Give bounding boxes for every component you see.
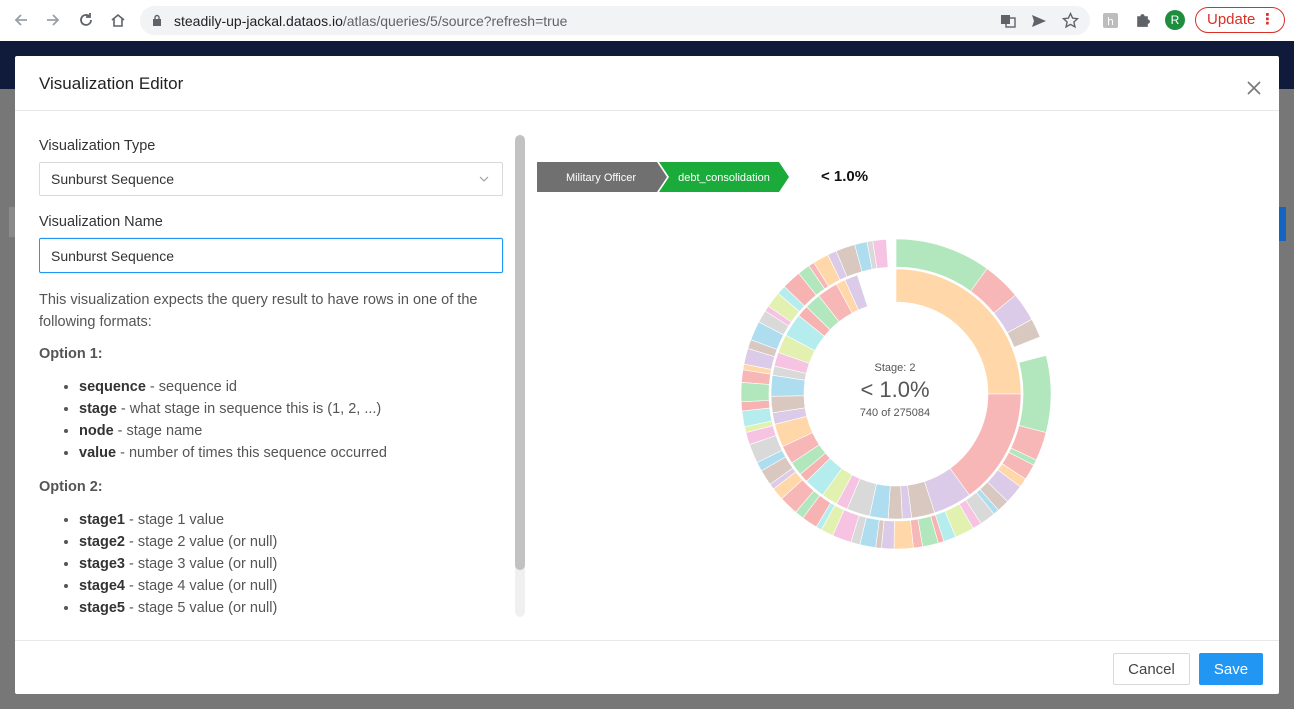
visualization-name-label: Visualization Name [39,214,163,230]
list-item: stage - what stage in sequence this is (… [79,398,509,420]
visualization-editor-modal: Visualization Editor Visualization Type … [15,56,1279,694]
update-button[interactable]: Update ⋮ [1195,7,1285,33]
option2-list: stage1 - stage 1 value stage2 - stage 2 … [39,509,509,616]
center-stage-label: Stage: 2 [874,362,916,374]
url-path: /atlas/queries/5/source?refresh=true [342,13,568,29]
visualization-type-label: Visualization Type [39,138,156,154]
sunburst-arc [887,485,903,520]
update-label: Update [1207,11,1256,28]
list-item: stage2 - stage 2 value (or null) [79,531,509,553]
chevron-down-icon [479,176,489,182]
translate-icon[interactable] [1000,13,1016,29]
visualization-name-input[interactable] [39,238,503,273]
breadcrumb-label: debt_consolidation [678,172,770,184]
list-item: node - stage name [79,420,509,442]
center-percentage: < 1.0% [860,377,930,402]
sunburst-arc [740,382,770,403]
home-icon[interactable] [106,8,130,32]
list-item: stage4 - stage 4 value (or null) [79,575,509,597]
breadcrumb-percentage: < 1.0% [821,168,869,185]
close-icon[interactable] [1245,79,1263,97]
url-host: steadily-up-jackal.dataos.io [174,13,343,29]
send-icon[interactable] [1031,13,1047,29]
list-item: value - number of times this sequence oc… [79,442,509,464]
browser-toolbar: steadily-up-jackal.dataos.io/atlas/queri… [0,0,1294,42]
extension-icon[interactable]: h [1103,13,1118,28]
modal-footer: Cancel Save [15,640,1279,695]
list-item: stage5 - stage 5 value (or null) [79,597,509,616]
format-description: This visualization expects the query res… [39,292,478,330]
settings-panel: Visualization Type Sunburst Sequence Vis… [39,136,509,616]
cancel-button[interactable]: Cancel [1113,653,1190,685]
option1-list: sequence - sequence id stage - what stag… [39,376,509,464]
option1-title: Option 1: [39,346,103,362]
star-icon[interactable] [1062,12,1079,29]
list-item: stage1 - stage 1 value [79,509,509,531]
save-button[interactable]: Save [1199,653,1263,685]
modal-title: Visualization Editor [39,74,184,93]
avatar[interactable]: R [1165,10,1185,30]
backdrop-button [1279,207,1286,241]
back-icon[interactable] [9,8,33,32]
reload-icon[interactable] [74,8,98,32]
address-bar[interactable]: steadily-up-jackal.dataos.io/atlas/queri… [140,6,1090,35]
sunburst-arc [893,519,914,550]
scrollbar-thumb[interactable] [515,135,525,570]
center-count: 740 of 275084 [859,407,931,419]
list-item: sequence - sequence id [79,376,509,398]
forward-icon[interactable] [41,8,65,32]
list-item: stage3 - stage 3 value (or null) [79,553,509,575]
svg-text:h: h [1107,15,1114,28]
sequence-breadcrumbs: Military Officer debt_consolidation [537,162,789,192]
more-icon: ⋮ [1260,11,1275,28]
visualization-type-value: Sunburst Sequence [51,171,174,187]
option2-title: Option 2: [39,479,103,495]
lock-icon [153,14,161,26]
breadcrumb-label: Military Officer [566,172,636,184]
url-text: steadily-up-jackal.dataos.io/atlas/queri… [174,13,567,29]
visualization-preview: Military Officer debt_consolidation < 1.… [535,156,1275,636]
puzzle-icon[interactable] [1134,12,1151,29]
modal-header: Visualization Editor [15,56,1279,111]
sunburst-arc [1018,355,1052,433]
visualization-type-select[interactable]: Sunburst Sequence [39,162,503,196]
